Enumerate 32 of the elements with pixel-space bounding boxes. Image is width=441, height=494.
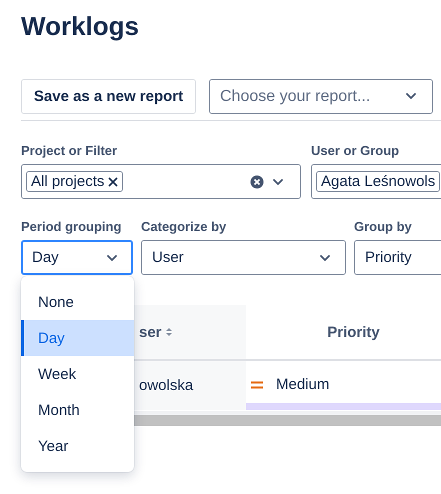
column-header[interactable]: ser (139, 324, 162, 340)
option-select[interactable]: Priority (354, 240, 441, 275)
clear-icon[interactable] (250, 174, 264, 188)
save-report-button[interactable]: Save as a new report (21, 79, 196, 114)
sort-icon[interactable] (166, 327, 172, 337)
table-cell: owolska (139, 377, 194, 394)
chevron-down-icon (106, 254, 118, 262)
menu-option[interactable]: Week (21, 356, 134, 392)
column-header[interactable]: Priority (327, 324, 380, 340)
menu-option[interactable]: None (21, 284, 134, 320)
field-label: Project or Filter (21, 143, 118, 159)
table-cell: Medium (276, 376, 330, 393)
chevron-down-icon (405, 92, 417, 100)
menu-option[interactable]: Month (21, 392, 134, 428)
filter-select[interactable]: Agata Leśnowols (311, 164, 441, 199)
field-label: Period grouping (21, 219, 122, 235)
report-select[interactable]: Choose your report... (209, 79, 433, 114)
field-label: User or Group (311, 143, 400, 159)
field-label: Categorize by (141, 219, 228, 235)
field-label: Group by (354, 219, 413, 235)
menu-option[interactable]: Year (21, 428, 134, 464)
filter-tag[interactable]: Agata Leśnowols (316, 171, 440, 192)
filter-select[interactable]: All projects (21, 164, 301, 199)
remove-icon[interactable] (108, 176, 118, 186)
chevron-down-icon (319, 254, 331, 262)
chevron-down-icon (272, 178, 284, 186)
menu-option[interactable]: Day (21, 320, 134, 356)
option-select[interactable]: User (141, 240, 346, 275)
page-title: Worklogs (21, 10, 139, 43)
filter-tag[interactable]: All projects (26, 171, 124, 192)
option-select[interactable]: Day (21, 240, 133, 275)
priority-medium-icon (250, 380, 264, 388)
